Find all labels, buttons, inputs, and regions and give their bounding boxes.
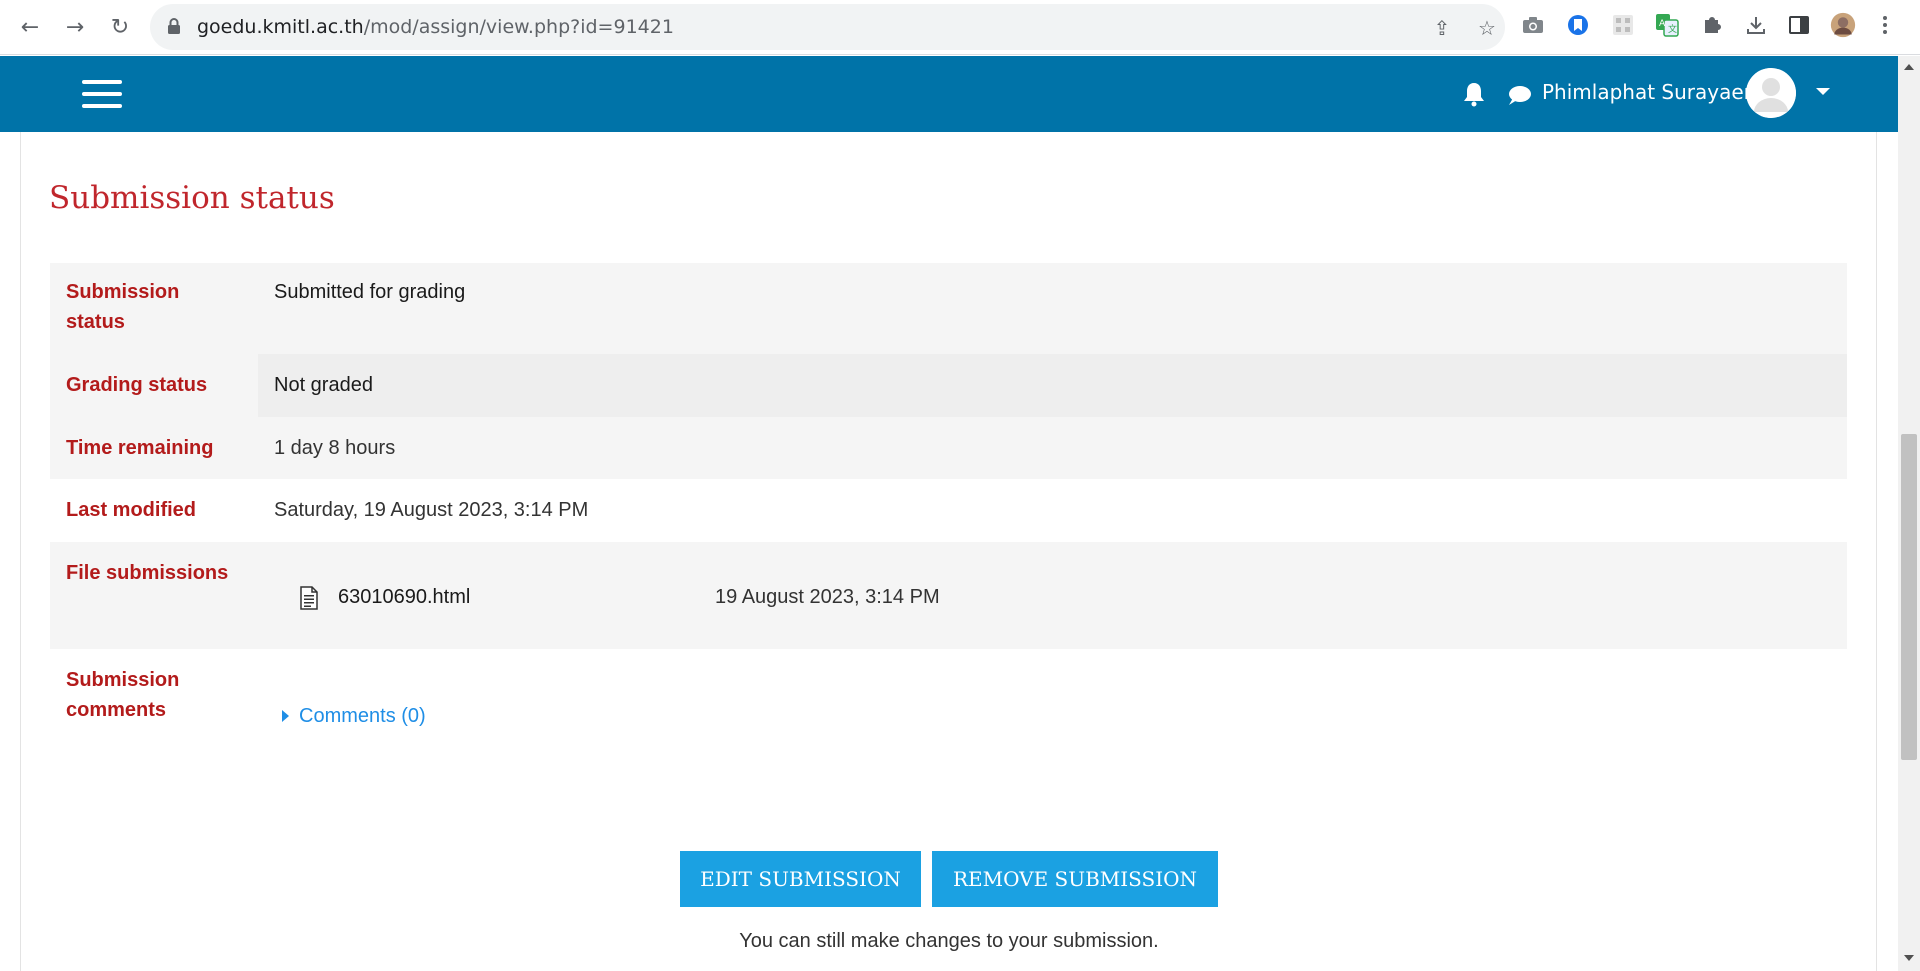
side-panel-icon[interactable] [1786, 12, 1812, 38]
download-icon[interactable] [1743, 12, 1769, 38]
last-modified-label: Last modified [66, 499, 197, 521]
url-path: /mod/assign/view.php?id=91421 [363, 16, 674, 38]
scroll-down-arrow-icon[interactable] [1904, 955, 1914, 961]
scrollbar-thumb[interactable] [1901, 434, 1917, 760]
submission-note: You can still make changes to your submi… [739, 930, 1159, 952]
submitted-file-link[interactable]: 63010690.html [338, 582, 470, 612]
submitted-file-date: 19 August 2023, 3:14 PM [715, 586, 940, 608]
notification-bell-icon[interactable] [1462, 81, 1486, 107]
url-text: goedu.kmitl.ac.th/mod/assign/view.php?id… [197, 16, 674, 38]
edit-submission-button[interactable]: EDIT SUBMISSION [680, 851, 921, 907]
share-icon[interactable]: ⇪ [1430, 16, 1454, 40]
submission-status-table: Submission status Submitted for grading … [50, 263, 1847, 769]
remove-submission-button[interactable]: REMOVE SUBMISSION [932, 851, 1218, 907]
time-remaining-value: 1 day 8 hours [274, 437, 396, 459]
grading-status-label: Grading status [66, 374, 208, 396]
address-bar[interactable]: goedu.kmitl.ac.th/mod/assign/view.php?id… [150, 4, 1505, 50]
submission-status-label: Submission status [66, 281, 180, 333]
submission-comments-label: Submission comments [66, 669, 180, 721]
document-file-icon [300, 586, 318, 610]
row-time-remaining: Time remaining 1 day 8 hours [50, 417, 1847, 479]
page-scrollbar[interactable] [1898, 56, 1920, 971]
grading-status-value: Not graded [274, 374, 373, 396]
time-remaining-label: Time remaining [66, 437, 214, 459]
site-navbar: Phimlaphat Surayaem [0, 56, 1898, 132]
hamburger-menu-icon[interactable] [82, 80, 122, 108]
reload-icon[interactable]: ↻ [103, 10, 137, 44]
expand-triangle-icon [282, 710, 289, 722]
comments-link-label: Comments (0) [299, 705, 426, 727]
back-icon[interactable]: ← [13, 10, 47, 44]
row-file-submissions: File submissions 63010690.html 19 August… [50, 542, 1847, 649]
qr-extension-icon[interactable] [1610, 12, 1636, 38]
submission-status-value: Submitted for grading [274, 281, 466, 303]
row-last-modified: Last modified Saturday, 19 August 2023, … [50, 479, 1847, 542]
row-submission-comments: Submission comments Comments (0) [50, 649, 1847, 769]
svg-text:A: A [1659, 19, 1666, 29]
forward-icon[interactable]: → [58, 10, 92, 44]
last-modified-value: Saturday, 19 August 2023, 3:14 PM [274, 499, 589, 521]
user-avatar-icon [1746, 68, 1796, 118]
camera-icon[interactable] [1520, 12, 1546, 38]
user-avatar[interactable] [1746, 68, 1796, 118]
row-grading-status: Grading status Not graded [50, 354, 1847, 417]
svg-text:文: 文 [1668, 23, 1677, 35]
url-domain: goedu.kmitl.ac.th [197, 16, 364, 38]
lock-icon [168, 18, 180, 34]
menu-kebab-icon[interactable] [1872, 12, 1898, 38]
page-title: Submission status [49, 180, 335, 216]
user-name[interactable]: Phimlaphat Surayaem [1542, 80, 1763, 104]
file-submissions-label: File submissions [66, 562, 229, 584]
browser-toolbar: ← → ↻ goedu.kmitl.ac.th/mod/assign/view.… [0, 0, 1920, 55]
messages-chat-icon[interactable] [1506, 83, 1532, 107]
user-menu-caret-icon[interactable] [1816, 88, 1830, 95]
translate-extension-icon[interactable]: A文 [1654, 12, 1680, 38]
puzzle-icon[interactable] [1699, 12, 1725, 38]
scroll-up-arrow-icon[interactable] [1904, 64, 1914, 70]
comments-toggle-link[interactable]: Comments (0) [282, 701, 426, 731]
star-icon[interactable]: ☆ [1475, 16, 1499, 40]
bookmark-extension-icon[interactable] [1565, 12, 1591, 38]
row-submission-status: Submission status Submitted for grading [50, 263, 1847, 354]
profile-avatar-icon[interactable] [1830, 12, 1856, 38]
